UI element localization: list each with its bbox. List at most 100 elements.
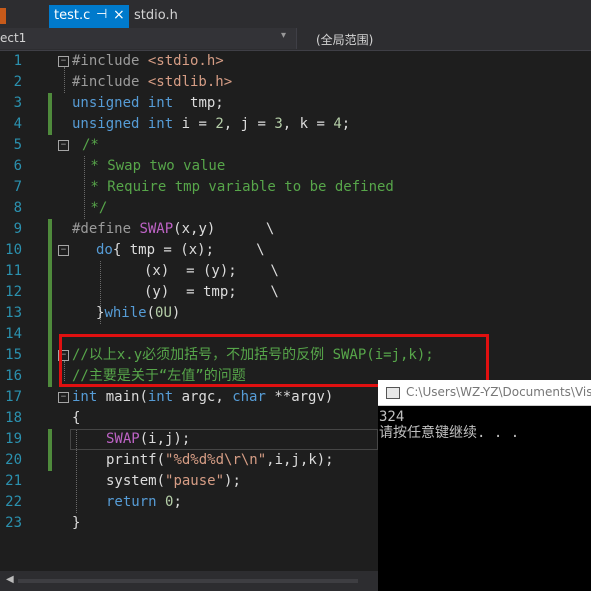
code-text: ( — [146, 305, 156, 321]
keyword: int — [147, 389, 174, 405]
include-path: <stdlib.h> — [147, 74, 233, 90]
collapse-icon[interactable]: − — [58, 392, 69, 403]
console-window[interactable]: C:\Users\WZ-YZ\Documents\Vis 324 请按任意键继续… — [378, 380, 591, 591]
line-number: 2 — [13, 74, 22, 90]
tab-label: test.c — [54, 8, 91, 23]
change-marker — [48, 114, 52, 135]
project-name: ect1 — [0, 31, 27, 45]
line-number: 7 — [13, 179, 22, 195]
line-number: 17 — [5, 389, 22, 405]
directive: #include — [72, 74, 148, 90]
line-number: 10 — [5, 242, 22, 258]
scope-dropdown[interactable]: (全局范围) — [300, 28, 591, 49]
line-number: 8 — [13, 200, 22, 216]
comment-line: * Require tmp variable to be defined — [82, 179, 394, 195]
code-line: unsigned int i = 2, j = 3, k = 4; — [72, 114, 350, 135]
macro-name: SWAP — [139, 221, 174, 237]
code-line: #define SWAP(x,y) \ — [72, 219, 274, 240]
code-text: ) — [171, 305, 181, 321]
change-marker — [48, 366, 52, 387]
collapse-icon[interactable]: − — [58, 140, 69, 151]
navigation-bar: ect1 ▾ (全局范围) — [0, 28, 591, 51]
directive: #define — [72, 221, 140, 237]
console-title: C:\Users\WZ-YZ\Documents\Vis — [406, 385, 591, 399]
comment-line: * Swap two value — [82, 158, 226, 174]
console-output-line: 324 — [379, 409, 405, 425]
line-number: 4 — [13, 116, 22, 132]
code-text: { tmp = (x); \ — [112, 242, 265, 258]
change-marker — [48, 450, 52, 471]
number-literal: 2 — [215, 116, 224, 132]
keyword: unsigned int — [72, 116, 174, 132]
change-marker — [48, 303, 52, 324]
keyword: do — [96, 242, 113, 258]
code-line: { — [72, 410, 81, 426]
line-number: 14 — [5, 326, 22, 342]
directive: #include — [72, 53, 148, 69]
pin-icon[interactable]: ⊣ — [96, 7, 107, 22]
code-text: , k = — [282, 116, 334, 132]
change-marker — [48, 240, 52, 261]
code-text: ; — [341, 116, 351, 132]
project-dropdown[interactable]: ect1 ▾ — [0, 28, 297, 49]
code-text: printf( — [106, 452, 166, 468]
code-line: SWAP(i,j); — [106, 429, 190, 450]
chevron-down-icon[interactable]: ▾ — [281, 30, 286, 41]
line-number: 3 — [13, 95, 22, 111]
change-marker — [48, 93, 52, 114]
line-number: 16 — [5, 368, 22, 384]
number-literal: 3 — [274, 116, 283, 132]
change-marker — [48, 261, 52, 282]
code-line: (x) = (y); \ — [144, 263, 279, 279]
scrollbar-track[interactable] — [18, 579, 358, 583]
line-number: 13 — [5, 305, 22, 321]
macro-name: SWAP — [106, 431, 140, 447]
code-text: i = — [173, 116, 216, 132]
code-text: ,i,j,k); — [266, 452, 334, 468]
line-number: 12 — [5, 284, 22, 300]
change-marker — [48, 345, 52, 366]
code-text: argc, — [173, 389, 233, 405]
code-line: return 0; — [106, 492, 182, 513]
collapse-icon[interactable]: − — [58, 56, 69, 67]
line-number: 20 — [5, 452, 22, 468]
console-icon — [386, 387, 400, 399]
string-literal: "%d%d%d\r\n" — [165, 452, 267, 468]
comment-line: */ — [82, 200, 108, 216]
horizontal-scrollbar[interactable]: ◀ — [0, 571, 378, 591]
code-text: **argv) — [265, 389, 334, 405]
code-line: }while(0U) — [96, 303, 180, 324]
line-number: 6 — [13, 158, 22, 174]
fold-guide — [64, 67, 65, 93]
document-tab-bar: test.c ⊣ × stdio.h — [0, 0, 591, 28]
code-line: #include <stdlib.h> — [72, 72, 232, 93]
line-number: 23 — [5, 515, 22, 531]
code-line: #include <stdio.h> — [72, 51, 224, 72]
previous-tab-edge[interactable] — [0, 8, 6, 24]
code-text: system( — [106, 473, 166, 489]
code-line: (y) = tmp; \ — [144, 284, 279, 300]
tab-stdio-h[interactable]: stdio.h — [134, 8, 178, 23]
code-text: main( — [97, 389, 148, 405]
line-number: 18 — [5, 410, 22, 426]
change-marker — [48, 219, 52, 240]
number-literal: 0U — [155, 305, 172, 321]
console-output-line: 请按任意键继续. . . — [379, 425, 520, 441]
code-text: , j = — [223, 116, 275, 132]
scroll-left-icon[interactable]: ◀ — [6, 574, 14, 585]
collapse-icon[interactable]: − — [58, 245, 69, 256]
line-number: 19 — [5, 431, 22, 447]
code-line: do{ tmp = (x); \ — [96, 240, 265, 261]
keyword: int — [72, 389, 98, 405]
line-number: 15 — [5, 347, 22, 363]
line-number: 22 — [5, 494, 22, 510]
code-text: ; — [173, 494, 182, 510]
console-titlebar[interactable]: C:\Users\WZ-YZ\Documents\Vis — [378, 380, 591, 406]
line-number: 5 — [13, 137, 22, 153]
close-icon[interactable]: × — [113, 7, 125, 23]
tab-test-c[interactable]: test.c ⊣ × — [49, 5, 129, 28]
line-number: 1 — [13, 53, 22, 69]
code-text: tmp; — [173, 95, 224, 111]
number-literal: 4 — [333, 116, 342, 132]
